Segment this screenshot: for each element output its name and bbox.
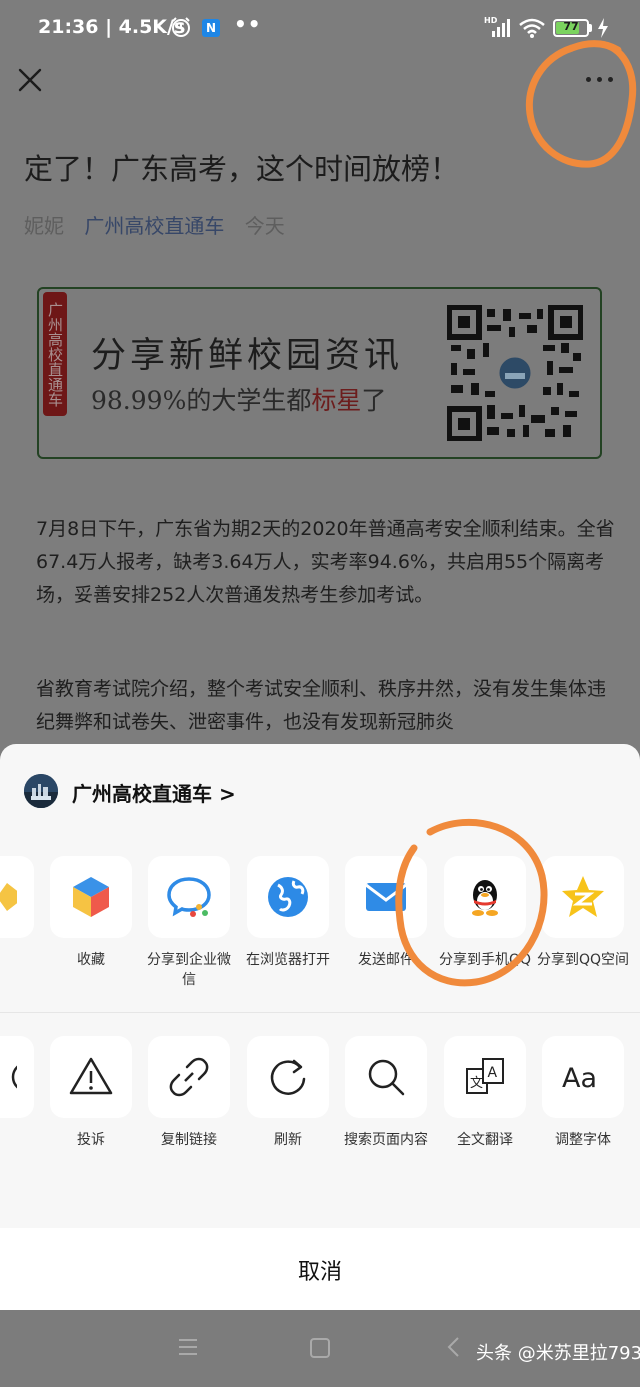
tile-favorite[interactable] <box>50 856 132 938</box>
qq-penguin-icon <box>472 880 498 916</box>
qr-code-icon <box>447 305 583 441</box>
tile-send-mail[interactable] <box>345 856 427 938</box>
tile-label: 发送邮件 <box>358 952 414 968</box>
tile-translate[interactable]: 文 A <box>444 1036 526 1118</box>
qzone-star-icon <box>562 876 604 917</box>
tile-label: 圈 <box>0 1130 41 1150</box>
banner-sub-prefix: 98.99%的大学生都 <box>91 386 312 415</box>
tile-share-qq[interactable] <box>444 856 526 938</box>
tile-report[interactable] <box>50 1036 132 1118</box>
tile-look[interactable] <box>0 856 34 938</box>
article-date: 今天 <box>244 214 285 238</box>
tile-refresh[interactable] <box>247 1036 329 1118</box>
wework-icon <box>167 877 211 917</box>
article-meta: 妮妮 广州高校直通车 今天 <box>24 210 285 239</box>
article-paragraph: 7月8日下午，广东省为期2天的2020年普通高考安全顺利结束。全省67.4万人报… <box>36 518 615 606</box>
charging-icon <box>598 18 608 38</box>
moments-icon <box>11 1065 17 1089</box>
signal-icon <box>492 19 510 37</box>
article-paragraph: 省教育考试院介绍，整个考试安全顺利、秩序井然，没有发生集体违纪舞弊和试卷失、泄密… <box>36 678 607 733</box>
notification-n-icon: N <box>202 19 220 37</box>
wifi-icon <box>519 18 545 38</box>
home-button[interactable] <box>310 1338 330 1358</box>
cancel-button[interactable]: 取消 <box>0 1228 640 1310</box>
back-button[interactable] <box>446 1336 462 1358</box>
system-navigation-bar: 头条 @米苏里拉793 <box>0 1310 640 1387</box>
tile-label: 复制链接 <box>161 1132 217 1148</box>
banner-subline: 98.99%的大学生都标星了 <box>91 381 386 417</box>
translate-icon: 文 A <box>466 1058 504 1094</box>
refresh-icon <box>270 1059 306 1095</box>
more-options-button[interactable] <box>578 66 622 94</box>
search-icon <box>368 1059 405 1096</box>
favorite-cube-icon <box>73 877 109 917</box>
close-button[interactable] <box>14 64 46 96</box>
promo-banner-image: 广州高校直通车 分享新鲜校园资讯 98.99%的大学生都标星了 <box>37 287 602 459</box>
cancel-label: 取消 <box>297 1260 342 1285</box>
tile-label: 搜索页面内容 <box>344 1132 428 1148</box>
article-title: 定了！广东高考，这个时间放榜！ <box>24 152 460 186</box>
alarm-icon <box>172 17 190 37</box>
banner-sub-highlight: 标星 <box>311 386 362 415</box>
status-bar: 21:36 | 4.5K/s N •• HD 77 <box>0 0 640 56</box>
svg-text:A: A <box>488 1065 498 1081</box>
row-divider <box>0 1012 640 1013</box>
tile-label: 看 <box>0 950 41 970</box>
tile-open-browser[interactable] <box>247 856 329 938</box>
svg-text:文: 文 <box>470 1076 483 1091</box>
battery-percent: 77 <box>563 20 579 33</box>
tile-label: 在浏览器打开 <box>246 952 330 968</box>
status-time-speed: 21:36 | 4.5K/s <box>38 16 186 38</box>
look-icon <box>0 883 17 911</box>
tile-label: 分享到手机QQ <box>438 952 532 968</box>
battery-icon: 77 <box>553 19 589 37</box>
battery-cap <box>589 24 592 32</box>
recent-apps-button[interactable] <box>177 1338 199 1356</box>
account-avatar <box>24 774 58 808</box>
warning-icon <box>69 1057 113 1095</box>
avatar-image-icon <box>24 774 58 808</box>
more-dot-icon <box>597 77 602 82</box>
tile-label: 刷新 <box>274 1132 302 1148</box>
tile-label: 分享到企业微信 <box>147 952 231 988</box>
mail-icon <box>365 883 407 911</box>
tile-label: 投诉 <box>77 1132 105 1148</box>
svg-text:Aa: Aa <box>562 1063 597 1094</box>
tile-font-size[interactable]: Aa <box>542 1036 624 1118</box>
tile-label: 收藏 <box>77 952 105 968</box>
browser-globe-icon <box>268 877 308 917</box>
more-dot-icon <box>586 77 591 82</box>
tile-moments[interactable] <box>0 1036 34 1118</box>
banner-headline: 分享新鲜校园资讯 <box>91 336 404 376</box>
article-author: 妮妮 <box>24 214 64 238</box>
article-account-link[interactable]: 广州高校直通车 <box>84 214 224 238</box>
banner-sub-suffix: 了 <box>361 386 387 415</box>
tile-search-page[interactable] <box>345 1036 427 1118</box>
tile-copy-link[interactable] <box>148 1036 230 1118</box>
more-dot-icon <box>608 77 613 82</box>
share-sheet: 广州高校直通车 > 看 收藏 分享到企业微信 在浏览器打开 <box>0 744 640 1310</box>
tile-label: 分享到QQ空间 <box>536 952 630 968</box>
toutiao-watermark: 头条 @米苏里拉793 <box>476 1343 640 1364</box>
font-icon: Aa <box>562 1063 597 1094</box>
tile-share-wework[interactable] <box>148 856 230 938</box>
sheet-account-name: 广州高校直通车 > <box>72 782 236 806</box>
link-icon <box>169 1057 209 1097</box>
tile-label: 调整字体 <box>555 1132 611 1148</box>
tile-share-qzone[interactable] <box>542 856 624 938</box>
more-notifications-icon: •• <box>234 12 262 36</box>
banner-seal: 广州高校直通车 <box>43 292 67 416</box>
tile-label: 全文翻译 <box>457 1132 513 1148</box>
